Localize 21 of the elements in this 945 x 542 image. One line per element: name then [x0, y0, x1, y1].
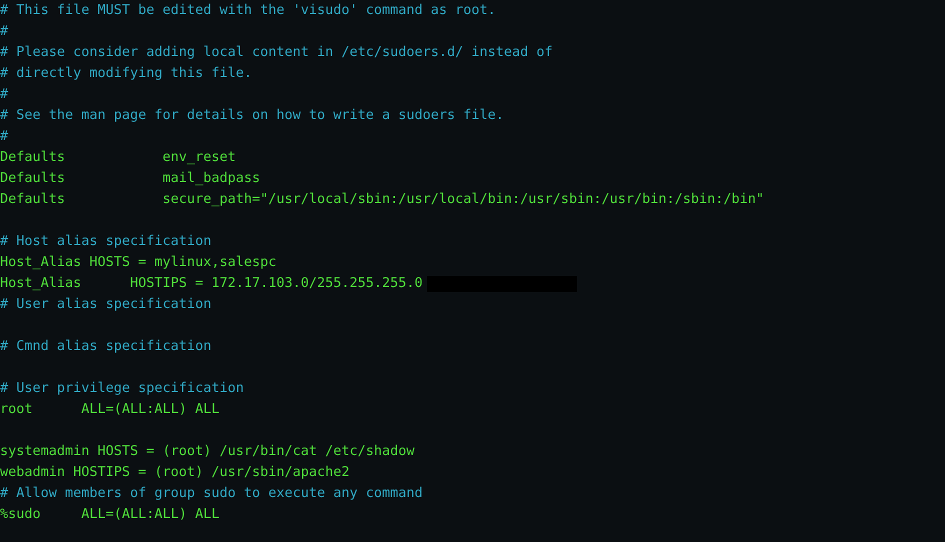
- comment-line: # Cmnd alias specification: [0, 337, 212, 356]
- comment-line: #: [0, 127, 8, 146]
- comment-line: # Please consider adding local content in /etc/sudoers.d/ instead of: [0, 43, 553, 62]
- config-line: Defaults env_reset: [0, 148, 236, 167]
- comment-line: # See the man page for details on how to write a sudoers file.: [0, 106, 504, 125]
- config-line: root ALL=(ALL:ALL) ALL: [0, 400, 220, 419]
- config-line: systemadmin HOSTS = (root) /usr/bin/cat /etc/shadow: [0, 442, 415, 461]
- comment-line: # Allow members of group sudo to execute any command: [0, 484, 423, 503]
- config-line: Host_Alias HOSTIPS = 172.17.103.0/255.255.255.0: [0, 274, 423, 293]
- config-line: Defaults mail_badpass: [0, 169, 260, 188]
- comment-line: #: [0, 22, 8, 41]
- config-line: Defaults secure_path="/usr/local/sbin:/usr/local/bin:/usr/sbin:/usr/bin:/sbin:/bin": [0, 190, 764, 209]
- comment-line: # User alias specification: [0, 295, 212, 314]
- config-line: webadmin HOSTIPS = (root) /usr/sbin/apache2: [0, 463, 350, 482]
- config-line: Host_Alias HOSTS = mylinux,salespc: [0, 253, 276, 272]
- config-line: %sudo ALL=(ALL:ALL) ALL: [0, 505, 220, 524]
- comment-line: # User privilege specification: [0, 379, 244, 398]
- comment-line: # This file MUST be edited with the 'visudo' command as root.: [0, 1, 496, 20]
- comment-line: #: [0, 85, 8, 104]
- comment-line: # Host alias specification: [0, 232, 212, 251]
- comment-line: # directly modifying this file.: [0, 64, 252, 83]
